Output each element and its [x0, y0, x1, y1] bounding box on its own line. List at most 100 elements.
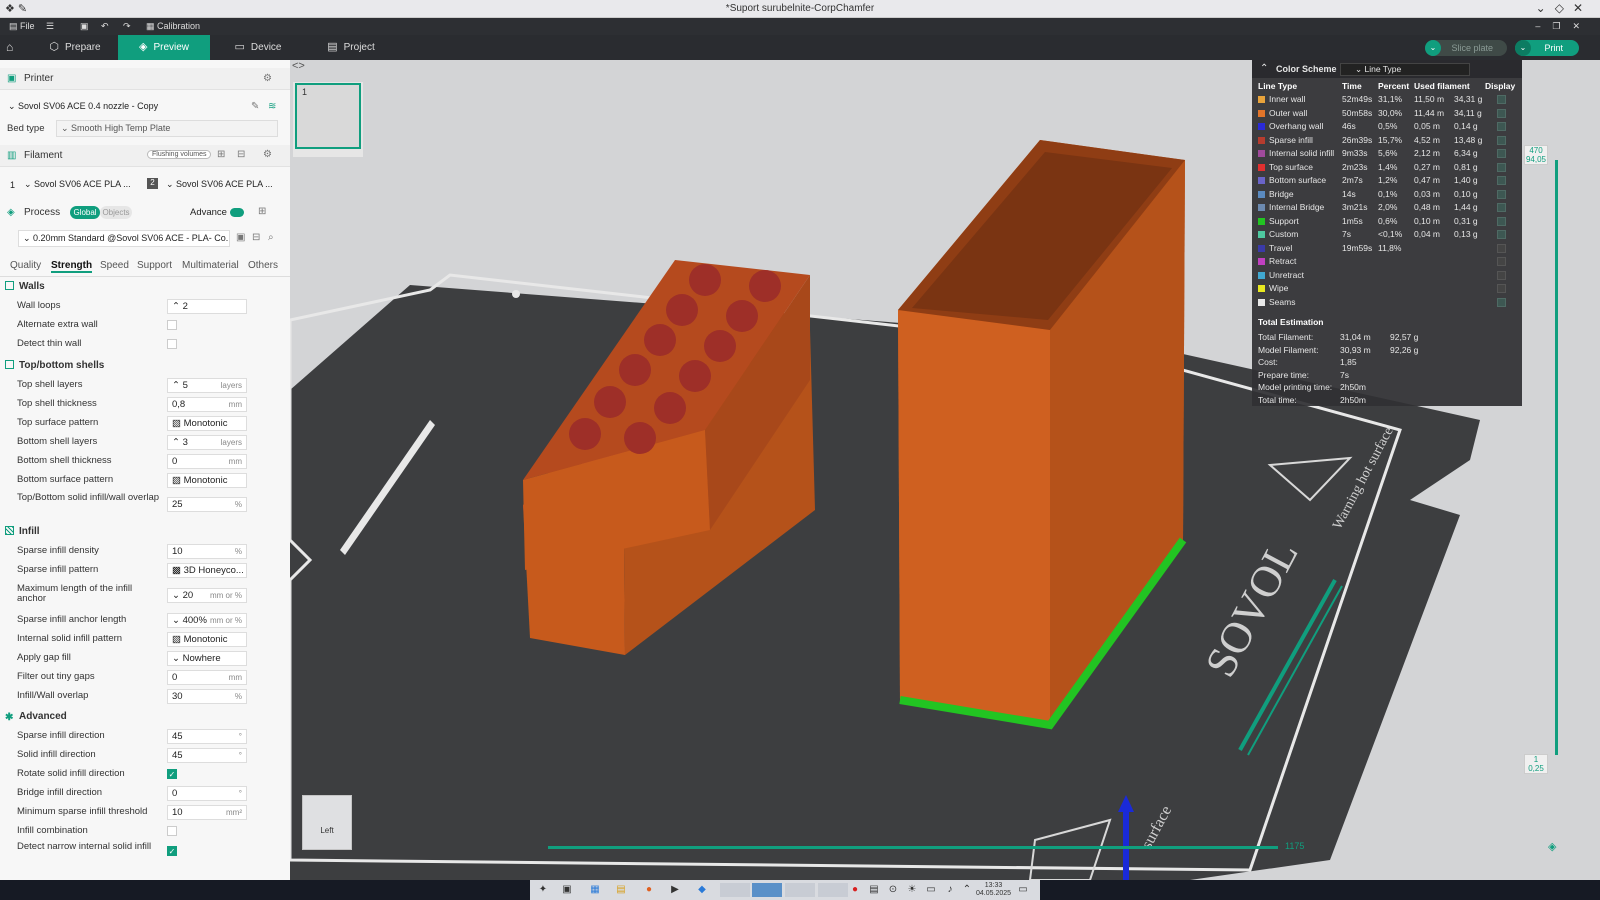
clipboard-icon[interactable]: ▤: [867, 883, 881, 897]
filament-settings-icon[interactable]: ⚙: [263, 149, 272, 160]
subtab-strength[interactable]: Strength: [51, 260, 93, 273]
display-checkbox[interactable]: [1497, 135, 1506, 145]
slicer-icon[interactable]: ◆: [695, 883, 709, 897]
sparse-direction-field[interactable]: 45 °: [167, 729, 247, 744]
collapse-icon[interactable]: <>: [292, 60, 305, 72]
plate-thumbnail[interactable]: 1: [293, 82, 363, 157]
display-checkbox[interactable]: [1497, 284, 1506, 293]
chevron-up-icon[interactable]: ⌃: [960, 883, 974, 897]
display-checkbox[interactable]: [1497, 95, 1506, 104]
layer-top-label[interactable]: 470 94,05: [1524, 145, 1548, 165]
settings-icon[interactable]: ⚙: [263, 73, 272, 84]
objects-toggle[interactable]: Objects: [100, 206, 132, 219]
display-checkbox[interactable]: [1497, 297, 1506, 307]
detect-narrow-checkbox[interactable]: ✓: [167, 846, 177, 856]
brightness-icon[interactable]: ☀: [905, 883, 919, 897]
redo-icon[interactable]: ↷: [123, 21, 131, 32]
remove-filament-icon[interactable]: ⊟: [237, 149, 245, 160]
task-window[interactable]: [818, 883, 848, 897]
display-checkbox[interactable]: [1497, 176, 1506, 185]
tab-device[interactable]: ▭ Device: [215, 35, 301, 60]
subtab-quality[interactable]: Quality: [10, 260, 41, 271]
tab-preview[interactable]: ◈ Preview: [118, 35, 210, 60]
chevron-up-icon[interactable]: ⌃: [1260, 63, 1268, 74]
anchor-length-field[interactable]: ⌄ 400% mm or %: [167, 613, 247, 628]
tb-overlap-field[interactable]: 25%: [167, 497, 247, 512]
console-icon[interactable]: ▶: [668, 883, 682, 897]
detect-thin-wall-checkbox[interactable]: [167, 339, 177, 349]
desktop-icon[interactable]: ▭: [1016, 883, 1030, 897]
task-window[interactable]: [720, 883, 750, 897]
subtab-speed[interactable]: Speed: [100, 260, 129, 271]
mail-icon[interactable]: ●: [848, 883, 862, 897]
sparse-density-field[interactable]: 10%: [167, 544, 247, 559]
save-preset-icon[interactable]: ▣: [236, 232, 245, 243]
solid-direction-field[interactable]: 45 °: [167, 748, 247, 763]
terminal-icon[interactable]: ▣: [560, 883, 574, 897]
calibration-menu[interactable]: ▦ Calibration: [146, 21, 200, 32]
top-shell-layers-field[interactable]: ⌃ 5 layers: [167, 378, 247, 393]
layer-bottom-label[interactable]: 1 0,25: [1524, 754, 1548, 774]
sparse-pattern-select[interactable]: ▩ 3D Honeyco...: [167, 563, 247, 578]
volume-icon[interactable]: ♪: [943, 883, 957, 897]
window-buttons[interactable]: –❐✕: [1535, 21, 1592, 32]
min-sparse-field[interactable]: 10 mm²: [167, 805, 247, 820]
advance-switch[interactable]: [230, 208, 244, 217]
display-checkbox[interactable]: [1497, 122, 1506, 131]
filament-select-2[interactable]: ⌄ Sovol SV06 ACE PLA ...: [162, 177, 280, 194]
delete-preset-icon[interactable]: ⊟: [252, 232, 260, 243]
menu-icon[interactable]: ☰: [46, 21, 54, 32]
bottom-shell-thickness-field[interactable]: 0 mm: [167, 454, 247, 469]
save-icon[interactable]: ▣: [80, 21, 89, 32]
bridge-direction-field[interactable]: 0 °: [167, 786, 247, 801]
add-filament-icon[interactable]: ⊞: [217, 149, 225, 160]
max-anchor-field[interactable]: ⌄ 20 mm or %: [167, 588, 247, 603]
top-surface-pattern-select[interactable]: ▧ Monotonic: [167, 416, 247, 431]
gap-fill-select[interactable]: ⌄ Nowhere: [167, 651, 247, 666]
print-button[interactable]: ⌄ Print: [1515, 40, 1579, 56]
media-icon[interactable]: ⊙: [886, 883, 900, 897]
display-checkbox[interactable]: [1497, 189, 1506, 199]
subtab-others[interactable]: Others: [248, 260, 278, 271]
flushing-volumes-button[interactable]: Flushing volumes: [147, 150, 212, 159]
display-checkbox[interactable]: [1497, 216, 1506, 226]
filament-select-1[interactable]: ⌄ Sovol SV06 ACE PLA ...: [20, 177, 138, 194]
printer-select[interactable]: ⌄ Sovol SV06 ACE 0.4 nozzle - Copy: [4, 99, 248, 116]
display-checkbox[interactable]: [1497, 149, 1506, 158]
bed-type-select[interactable]: ⌄ Smooth High Temp Plate: [56, 120, 278, 137]
undo-icon[interactable]: ↶: [101, 21, 109, 32]
rotate-solid-checkbox[interactable]: ✓: [167, 769, 177, 779]
task-window[interactable]: [752, 883, 782, 897]
move-slider[interactable]: [548, 846, 1278, 849]
slice-plate-button[interactable]: ⌄ Slice plate: [1425, 40, 1507, 56]
bottom-surface-pattern-select[interactable]: ▧ Monotonic: [167, 473, 247, 488]
search-icon[interactable]: ⌕: [268, 232, 274, 243]
display-checkbox[interactable]: [1497, 162, 1506, 172]
internal-pattern-select[interactable]: ▧ Monotonic: [167, 632, 247, 647]
global-toggle[interactable]: Global: [70, 206, 100, 219]
wifi-icon[interactable]: ≋: [268, 101, 276, 112]
display-checkbox[interactable]: [1497, 270, 1506, 280]
subtab-multimaterial[interactable]: Multimaterial: [182, 260, 239, 271]
infill-combination-checkbox[interactable]: [167, 826, 177, 836]
launcher-icon[interactable]: ✦: [536, 883, 550, 897]
window-controls[interactable]: ⌄◇✕: [1536, 1, 1592, 15]
layer-slider[interactable]: [1555, 160, 1558, 755]
store-icon[interactable]: ▦: [588, 883, 602, 897]
chevron-down-icon[interactable]: ⌄: [1425, 40, 1441, 56]
browser-icon[interactable]: ●: [642, 883, 656, 897]
infill-wall-overlap-field[interactable]: 30%: [167, 689, 247, 704]
layers-icon[interactable]: ◈: [1548, 840, 1556, 853]
tiny-gaps-field[interactable]: 0 mm: [167, 670, 247, 685]
view-cube[interactable]: Left: [302, 795, 352, 850]
clock[interactable]: 13:33 04.05.2025: [976, 882, 1011, 898]
color-scheme-select[interactable]: ⌄ Line Type: [1340, 63, 1470, 76]
task-window[interactable]: [785, 883, 815, 897]
subtab-support[interactable]: Support: [137, 260, 172, 271]
network-icon[interactable]: ▭: [924, 883, 938, 897]
home-icon[interactable]: ⌂: [6, 40, 13, 54]
display-checkbox[interactable]: [1497, 203, 1506, 212]
bottom-shell-layers-field[interactable]: ⌃ 3 layers: [167, 435, 247, 450]
wall-loops-field[interactable]: ⌃ 2: [167, 299, 247, 314]
compare-icon[interactable]: ⊞: [258, 206, 266, 217]
